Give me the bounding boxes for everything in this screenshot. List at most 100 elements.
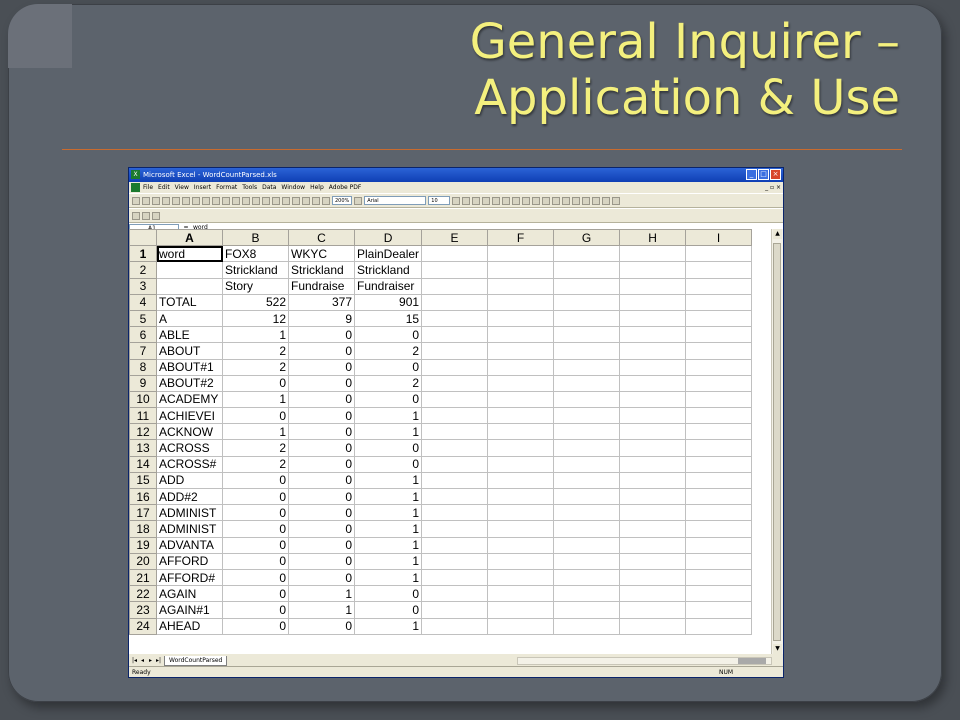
column-header[interactable]: D (353, 229, 423, 247)
row-header[interactable]: 5 (129, 309, 157, 328)
cell[interactable]: Strickland (222, 261, 289, 279)
cell[interactable] (685, 342, 753, 360)
cell[interactable] (619, 423, 687, 441)
cell[interactable]: 1 (353, 568, 423, 587)
menu-format[interactable]: Format (216, 182, 237, 193)
cell[interactable]: ABLE (156, 326, 223, 344)
menu-view[interactable]: View (175, 182, 189, 193)
cell[interactable]: 0 (288, 568, 355, 587)
row-header[interactable]: 14 (129, 455, 157, 473)
cell[interactable] (685, 617, 753, 635)
cell[interactable] (685, 439, 753, 457)
cell[interactable]: PlainDealer (353, 245, 423, 263)
cut-icon[interactable] (202, 196, 210, 205)
row-header[interactable]: 2 (129, 261, 157, 279)
cell[interactable]: 0 (222, 617, 289, 635)
cell[interactable]: 2 (353, 342, 423, 360)
cell[interactable]: 0 (222, 568, 289, 587)
cell[interactable]: ADMINIST (156, 520, 223, 538)
column-header[interactable]: A (156, 229, 223, 247)
font-select[interactable]: Arial (364, 196, 427, 205)
cell[interactable] (487, 423, 555, 441)
sort-descending-icon[interactable] (302, 196, 310, 205)
cell[interactable]: 1 (353, 407, 423, 425)
cell[interactable] (487, 601, 555, 619)
vertical-scrollbar[interactable]: ▲ ▼ (771, 229, 783, 654)
horizontal-scrollbar[interactable] (517, 657, 772, 665)
undo-icon[interactable] (242, 196, 250, 205)
cell[interactable] (421, 277, 489, 295)
permission-icon[interactable] (162, 196, 170, 205)
row-header[interactable]: 9 (129, 374, 157, 392)
cell[interactable]: ADVANTA (156, 536, 223, 554)
paste-icon[interactable] (222, 196, 230, 205)
close-button[interactable]: × (770, 169, 781, 180)
spreadsheet-grid[interactable]: A B C D E F G H I 1 word FOX8 WKYC PlainDeal… (129, 229, 774, 654)
merge-center-icon[interactable] (512, 196, 521, 205)
cell[interactable]: 1 (353, 471, 423, 490)
cell[interactable] (685, 504, 753, 522)
excel-window[interactable]: X Microsoft Excel - WordCountParsed.xls … (128, 167, 784, 678)
cell[interactable] (685, 293, 753, 311)
fill-color-icon[interactable] (602, 196, 611, 205)
cell[interactable] (421, 455, 489, 473)
cell[interactable]: 0 (288, 439, 355, 457)
open-icon[interactable] (142, 196, 150, 205)
cell[interactable] (421, 601, 489, 619)
underline-icon[interactable] (472, 196, 481, 205)
prev-sheet-icon[interactable]: ◂ (139, 657, 146, 665)
cell[interactable]: 0 (288, 520, 355, 538)
cell[interactable] (421, 309, 489, 328)
cell[interactable]: ACADEMY (156, 390, 223, 409)
hyperlink-icon[interactable] (262, 196, 270, 205)
cell[interactable] (619, 326, 687, 344)
cell[interactable] (487, 374, 555, 392)
cell[interactable] (487, 617, 555, 635)
currency-icon[interactable] (522, 196, 531, 205)
horizontal-scroll-thumb[interactable] (738, 658, 766, 664)
chart-wizard-icon[interactable] (312, 196, 320, 205)
workbook-icon[interactable] (131, 183, 140, 192)
cell[interactable] (421, 568, 489, 587)
column-header[interactable]: G (553, 229, 621, 247)
cell[interactable] (619, 407, 687, 425)
row-header[interactable]: 13 (129, 439, 157, 457)
cell[interactable]: 0 (288, 326, 355, 344)
cell[interactable] (156, 261, 223, 279)
row-header[interactable]: 15 (129, 471, 157, 490)
cell[interactable] (553, 309, 621, 328)
row-header[interactable]: 7 (129, 342, 157, 360)
cell[interactable]: 0 (288, 536, 355, 554)
menu-edit[interactable]: Edit (158, 182, 170, 193)
cell[interactable] (421, 293, 489, 311)
cell[interactable]: word (156, 245, 223, 263)
cell[interactable]: 0 (288, 390, 355, 409)
cell[interactable] (619, 487, 687, 506)
cell[interactable] (553, 617, 621, 635)
cell[interactable] (487, 455, 555, 473)
menu-insert[interactable]: Insert (194, 182, 211, 193)
align-right-icon[interactable] (502, 196, 511, 205)
cell[interactable] (685, 309, 753, 328)
spelling-icon[interactable] (192, 196, 200, 205)
cell[interactable] (619, 261, 687, 279)
increase-indent-icon[interactable] (582, 196, 591, 205)
vertical-scroll-thumb[interactable] (773, 243, 781, 641)
cell[interactable]: 0 (353, 601, 423, 619)
row-header[interactable]: 1 (129, 245, 157, 263)
cell[interactable]: ADMINIST (156, 504, 223, 522)
cell[interactable] (619, 309, 687, 328)
font-size-select[interactable]: 10 (428, 196, 451, 205)
cell[interactable] (619, 617, 687, 635)
increase-decimal-icon[interactable] (552, 196, 561, 205)
cell[interactable] (685, 326, 753, 344)
cell[interactable] (487, 487, 555, 506)
cell[interactable] (487, 309, 555, 328)
cell[interactable]: ADD (156, 471, 223, 490)
cell[interactable]: ACHIEVEI (156, 407, 223, 425)
menu-window[interactable]: Window (281, 182, 305, 193)
cell[interactable] (553, 455, 621, 473)
row-header[interactable]: 18 (129, 520, 157, 538)
sheet-tab[interactable]: WordCountParsed (164, 655, 228, 666)
cell[interactable] (487, 536, 555, 554)
